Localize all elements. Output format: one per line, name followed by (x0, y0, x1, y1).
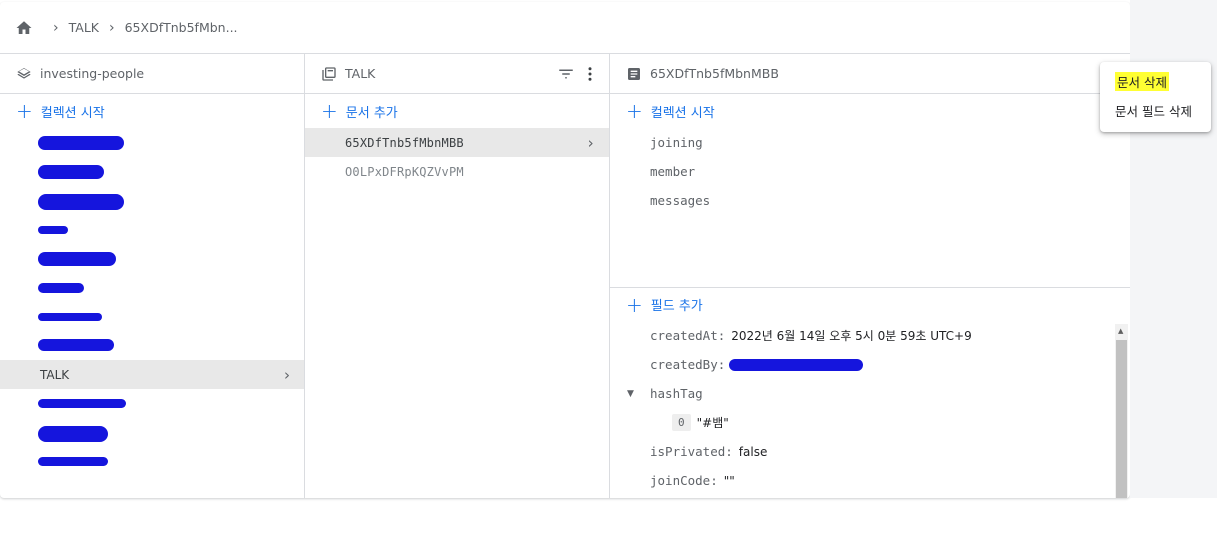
menu-item-delete-fields[interactable]: 문서 필드 삭제 (1100, 96, 1211, 125)
add-icon: + (16, 99, 33, 123)
collection-item[interactable] (0, 186, 304, 215)
field-row-hashTag[interactable]: ▼ hashTag (610, 379, 1130, 408)
collection-list: TALK › (0, 128, 304, 476)
subcollection-item[interactable]: member (610, 157, 1130, 186)
document-detail-header: 65XDfTnb5fMbnMBB (610, 54, 1130, 94)
add-document-label: 문서 추가 (345, 105, 398, 121)
add-icon: + (626, 99, 643, 123)
redaction-mark (38, 399, 126, 408)
collection-name: TALK (345, 66, 376, 81)
caret-down-icon[interactable]: ▼ (627, 389, 634, 399)
breadcrumb-item-document[interactable]: 65XDfTnb5fMbn... (125, 20, 238, 35)
field-row-createdAt[interactable]: createdAt: 2022년 6월 14일 오후 5시 0분 59초 UTC… (610, 321, 1130, 350)
more-vert-icon[interactable] (581, 65, 599, 83)
subcollection-name: joining (650, 135, 703, 150)
menu-item-label: 문서 필드 삭제 (1115, 104, 1192, 119)
field-key: createdBy: (650, 357, 726, 372)
breadcrumb-item-collection[interactable]: TALK (69, 20, 99, 35)
collection-item-label: TALK (40, 367, 70, 382)
collection-item[interactable] (0, 157, 304, 186)
array-index: 0 (672, 414, 691, 431)
field-value: 2022년 6월 14일 오후 5시 0분 59초 UTC+9 (731, 329, 972, 343)
add-document-button[interactable]: + 문서 추가 (305, 94, 609, 128)
field-key: joinCode: (650, 473, 718, 488)
scrollbar-thumb[interactable] (1116, 340, 1127, 498)
menu-item-delete-document[interactable]: 문서 삭제 (1100, 67, 1211, 96)
scroll-up-icon[interactable]: ▲ (1118, 327, 1123, 335)
add-icon: + (626, 292, 643, 317)
chevron-right-icon: › (585, 133, 595, 152)
subcollection-name: member (650, 164, 696, 179)
document-item[interactable]: O0LPxDFRpKQZVvPM (305, 157, 609, 186)
redaction-mark (38, 194, 124, 210)
chevron-right-icon: › (109, 19, 115, 36)
add-icon: + (321, 99, 338, 123)
redaction-mark (38, 252, 116, 266)
field-value: false (738, 444, 768, 459)
redaction-mark (729, 358, 864, 371)
field-row-joinCode[interactable]: joinCode: "" (610, 466, 1130, 495)
fields-scrollbar[interactable]: ▲ (1115, 324, 1128, 498)
field-value: "#뱀" (696, 416, 729, 430)
collection-item[interactable] (0, 302, 304, 331)
redaction-mark (38, 339, 114, 351)
redaction-mark (38, 457, 108, 466)
collection-item[interactable] (0, 215, 304, 244)
field-row-isPrivated[interactable]: isPrivated: false (610, 437, 1130, 466)
redaction-mark (38, 136, 124, 150)
documents-column: TALK + 문서 추가 65XDfTnb5fMbnMBB › O0LPxDFR… (305, 54, 610, 498)
start-collection-button[interactable]: + 컬렉션 시작 (0, 94, 304, 128)
redaction-mark (38, 283, 84, 293)
breadcrumb: › TALK › 65XDfTnb5fMbn... (0, 2, 1130, 54)
menu-item-label: 문서 삭제 (1115, 72, 1169, 91)
collection-item[interactable] (0, 244, 304, 273)
collection-item[interactable] (0, 447, 304, 476)
document-icon (626, 66, 642, 82)
documents-column-header: TALK (305, 54, 609, 94)
chevron-right-icon: › (53, 19, 59, 36)
collection-item[interactable] (0, 331, 304, 360)
array-item-row[interactable]: 0 "#뱀" (610, 408, 1130, 437)
collection-item[interactable] (0, 418, 304, 447)
fields-section: + 필드 추가 createdAt: 2022년 6월 14일 오후 5시 0분… (610, 287, 1130, 498)
document-id: O0LPxDFRpKQZVvPM (345, 164, 464, 179)
add-field-button[interactable]: + 필드 추가 (610, 288, 1130, 321)
collection-item[interactable] (0, 273, 304, 302)
collections-column-header: investing-people (0, 54, 304, 94)
home-icon[interactable] (15, 19, 33, 37)
start-subcollection-button[interactable]: + 컬렉션 시작 (610, 94, 1130, 128)
project-name: investing-people (40, 66, 145, 81)
document-id: 65XDfTnb5fMbnMBB (345, 135, 464, 150)
project-layers-icon (16, 66, 32, 82)
subcollection-item[interactable]: messages (610, 186, 1130, 215)
field-key: createdAt: (650, 328, 726, 343)
collections-column: investing-people + 컬렉션 시작 TALK › (0, 54, 305, 498)
redaction-mark (38, 165, 104, 179)
field-key: hashTag (650, 386, 703, 401)
document-item-selected[interactable]: 65XDfTnb5fMbnMBB › (305, 128, 609, 157)
subcollection-name: messages (650, 193, 711, 208)
redaction-mark (38, 426, 108, 442)
collection-item[interactable] (0, 389, 304, 418)
subcollection-item[interactable]: joining (610, 128, 1130, 157)
field-key: isPrivated: (650, 444, 733, 459)
document-title: 65XDfTnb5fMbnMBB (650, 66, 779, 81)
field-row-createdBy[interactable]: createdBy: (610, 350, 1130, 379)
start-collection-label: 컬렉션 시작 (40, 105, 105, 121)
start-subcollection-label: 컬렉션 시작 (650, 105, 715, 121)
collection-item-talk[interactable]: TALK › (0, 360, 304, 389)
add-field-label: 필드 추가 (650, 299, 703, 314)
filter-icon[interactable] (557, 65, 575, 83)
redaction-mark (38, 313, 102, 321)
document-detail-column: 65XDfTnb5fMbnMBB + 컬렉션 시작 joining member… (610, 54, 1130, 498)
field-value: "" (723, 473, 735, 488)
redaction-mark (38, 226, 68, 234)
chevron-right-icon: › (284, 365, 290, 384)
collection-icon (321, 66, 337, 82)
document-context-menu: 문서 삭제 문서 필드 삭제 (1100, 62, 1211, 132)
collection-item[interactable] (0, 128, 304, 157)
firestore-panel: › TALK › 65XDfTnb5fMbn... investing-peop… (0, 2, 1130, 498)
